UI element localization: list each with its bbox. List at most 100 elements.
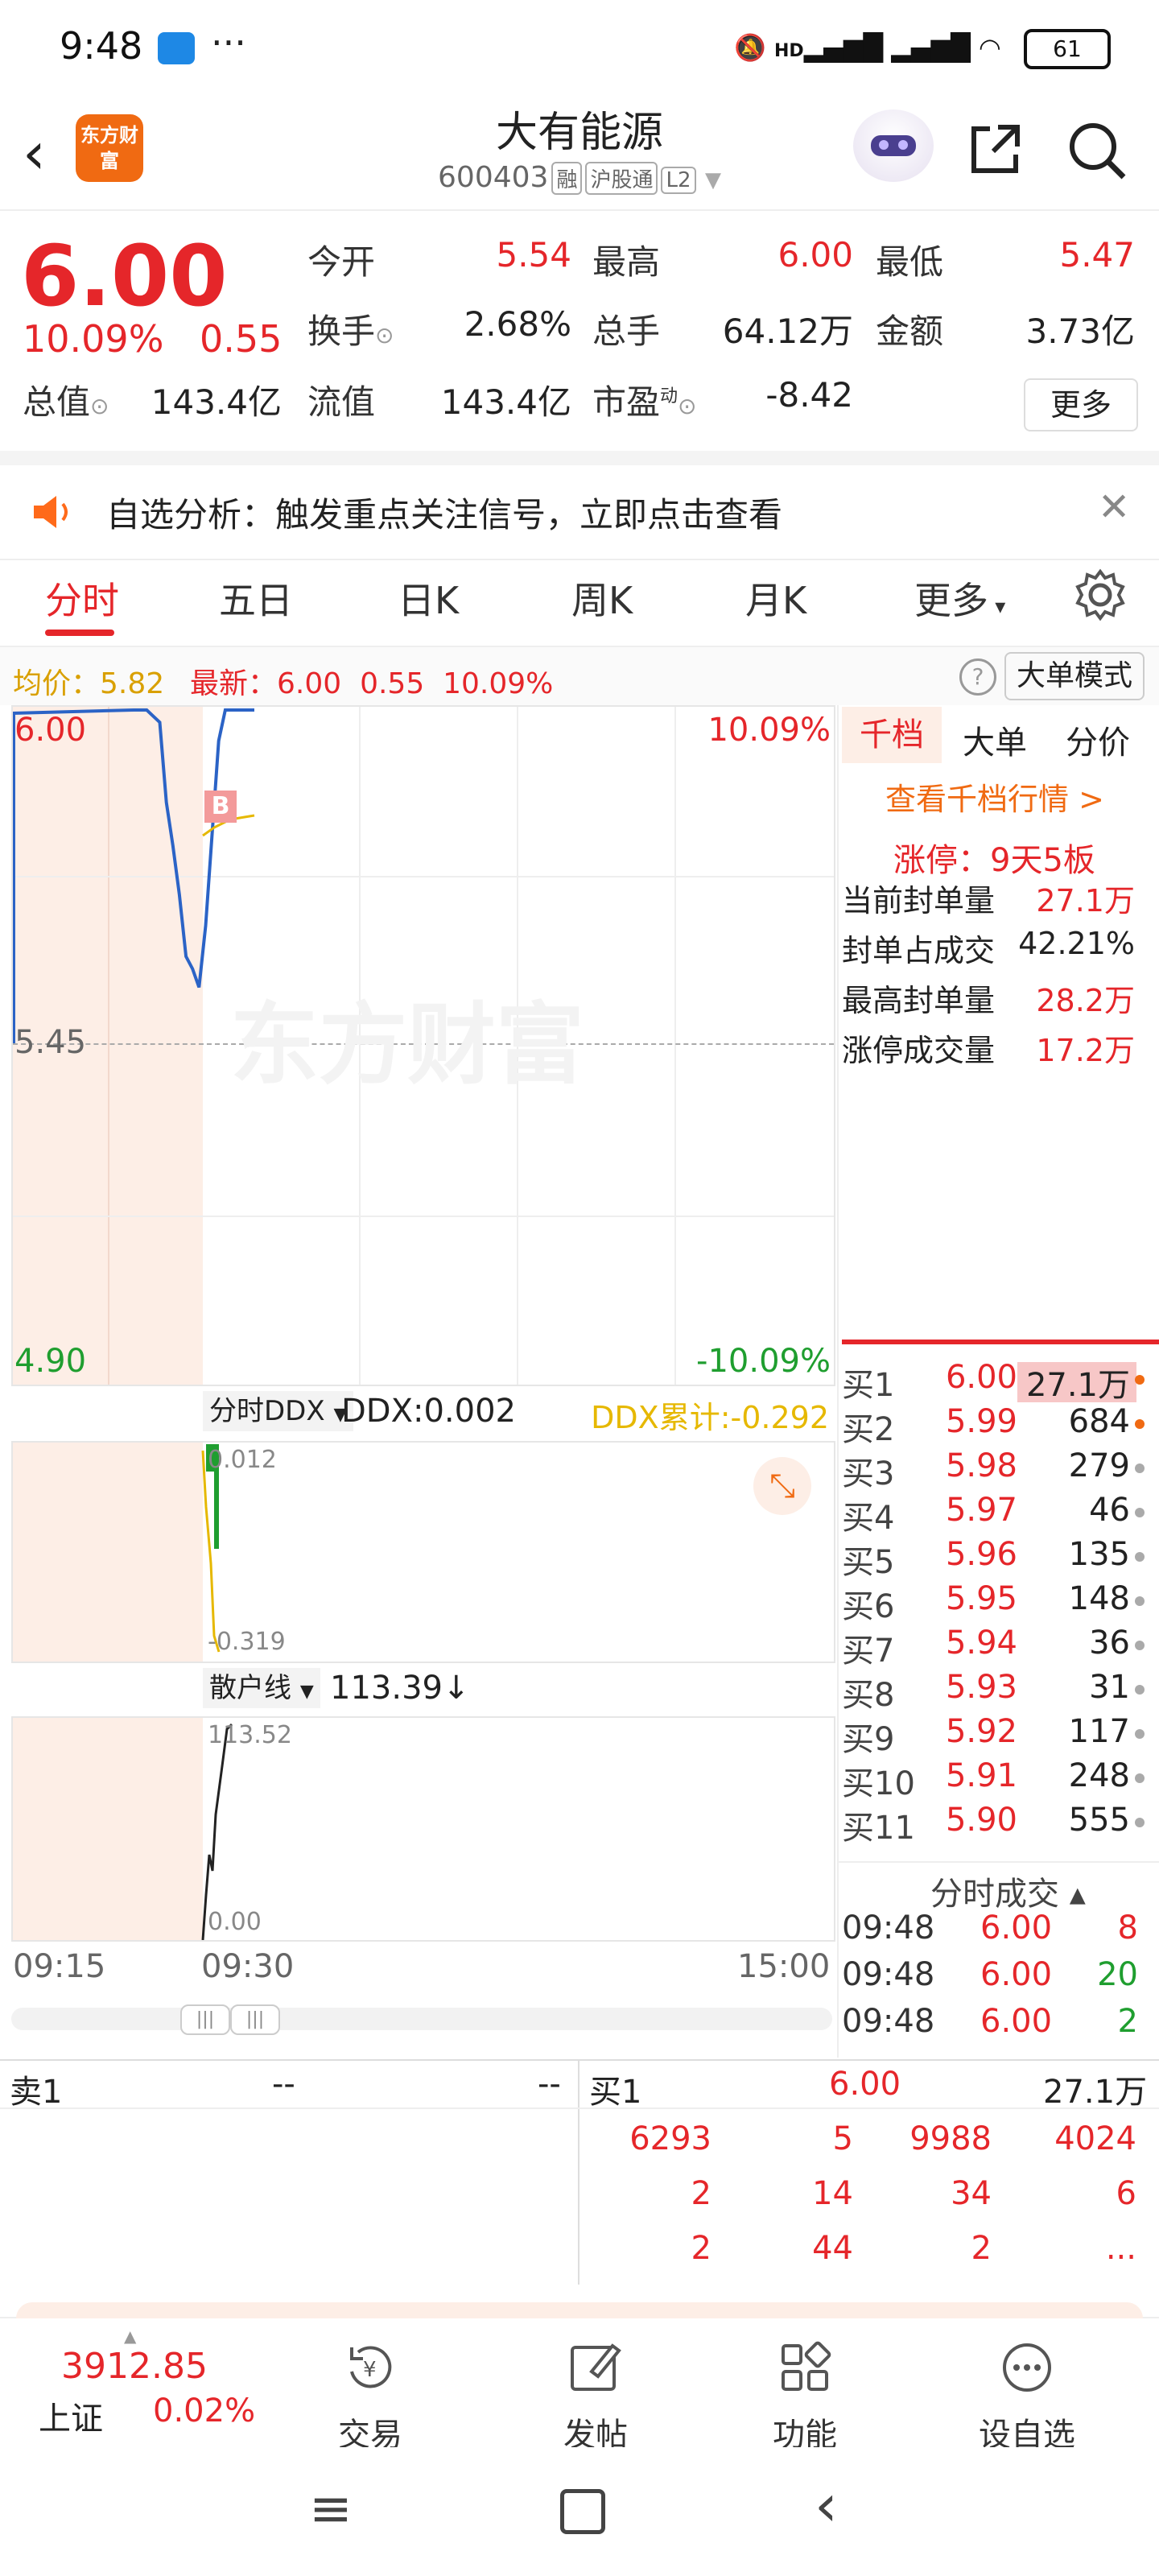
scroll-handle-left[interactable]: |||	[180, 2004, 230, 2035]
trades-title[interactable]: 分时成交 ▴	[930, 1868, 1086, 1914]
bid-dot	[1135, 1508, 1145, 1517]
price-line	[13, 708, 254, 989]
volume-value: 64.12万	[722, 312, 853, 351]
current-price: 6.00	[21, 227, 228, 325]
bid-price: 5.97	[945, 1492, 1017, 1529]
bid-volume: 31	[1089, 1669, 1130, 1706]
bid-volume: 148	[1068, 1580, 1130, 1617]
settings-gear-icon[interactable]	[1072, 567, 1128, 623]
tab-five-day[interactable]: 五日	[219, 572, 293, 625]
stock-code: 600403	[438, 161, 549, 194]
tab-price-dist[interactable]: 分价	[1066, 716, 1130, 763]
tab-intraday[interactable]: 分时	[45, 572, 119, 625]
tab-underline	[45, 630, 114, 636]
home-icon[interactable]	[560, 2489, 605, 2534]
bid-label: 买7	[842, 1633, 895, 1670]
close-icon[interactable]: ✕	[1098, 485, 1130, 530]
turnover-value: 2.68%	[464, 304, 571, 344]
ddx-chart[interactable]: 0.012 -0.319 ⤡	[11, 1441, 835, 1663]
bid-label: 买8	[842, 1677, 895, 1714]
bid-price: 6.00	[945, 1359, 1017, 1396]
stat-value: 42.21%	[1018, 926, 1135, 961]
open-label: 今开	[307, 242, 376, 282]
nav-top-tint	[16, 2302, 1143, 2318]
market-cap-label[interactable]: 总值⊙	[23, 375, 109, 424]
sell1-label: 卖1	[10, 2074, 63, 2111]
nav-add-watchlist[interactable]: 设自选	[955, 2339, 1099, 2455]
bid-volume: 36	[1089, 1624, 1130, 1662]
notice-banner[interactable]: 自选分析：触发重点关注信号，立即点击查看 ✕	[0, 451, 1159, 560]
ddx-value: DDX:0.002	[341, 1393, 516, 1430]
pe-label[interactable]: 市盈动⊙	[592, 375, 697, 424]
nav-functions[interactable]: 功能	[732, 2339, 877, 2455]
status-bar: 9:48 ··· 🔕 HD▂▄▆█ ▂▄▆█ ◠ 61	[0, 0, 1159, 97]
turnover-label[interactable]: 换手⊙	[307, 304, 394, 353]
trade-price: 6.00	[980, 1909, 1053, 1946]
retail-indicator-select[interactable]: 散户线 ▼	[203, 1668, 320, 1708]
sell1-volume: --	[538, 2066, 561, 2103]
index-name[interactable]: 上证	[39, 2392, 103, 2439]
tag-l2[interactable]: L2	[661, 167, 696, 194]
help-icon[interactable]: ?	[959, 658, 996, 696]
tab-daily-k[interactable]: 日K	[398, 572, 459, 625]
big-order-mode-button[interactable]: 大单模式	[1004, 652, 1145, 700]
buy-marker[interactable]: B	[204, 791, 237, 823]
divider	[0, 2059, 1159, 2061]
trade-price: 6.00	[980, 1956, 1053, 1993]
search-icon[interactable]	[1064, 118, 1128, 182]
float-cap-value: 143.4亿	[440, 382, 571, 422]
tab-more[interactable]: 更多 ▾	[914, 572, 1005, 625]
system-nav-bar: ≡ ‹	[0, 2447, 1159, 2576]
edit-icon	[571, 2343, 621, 2391]
dropdown-icon[interactable]: ▼	[705, 168, 721, 192]
queue-cell: 6	[1116, 2175, 1136, 2212]
bid-dot	[1135, 1641, 1145, 1650]
float-cap-label: 流值	[307, 382, 376, 422]
back-nav-icon[interactable]: ‹	[815, 2471, 838, 2539]
info-line: 均价：5.82 最新：6.00 0.55 10.09% ? 大单模式	[0, 646, 1159, 705]
bid-label: 买3	[842, 1455, 895, 1492]
intraday-chart[interactable]: 东方财富 B 6.00 5.45 4.90 10.09% -10.09%	[11, 705, 835, 1386]
ddx-indicator-select[interactable]: 分时DDX ▼	[203, 1391, 354, 1431]
signal-icon-2: ▂▄▆█	[891, 32, 971, 63]
volume-label: 总手	[592, 312, 661, 351]
view-levels-link[interactable]: 查看千档行情 >	[885, 774, 1104, 819]
assistant-robot-icon[interactable]	[853, 109, 934, 182]
y-axis-mid: 5.45	[14, 1024, 87, 1061]
time-label-start: 09:15	[13, 1948, 106, 1985]
queue-cell: 14	[812, 2175, 853, 2212]
retail-chart[interactable]: 113.52 0.00	[11, 1716, 835, 1942]
queue-cell: ...	[1105, 2230, 1136, 2267]
app-logo[interactable]: 东方财富	[76, 114, 143, 182]
tab-big-orders[interactable]: 大单	[963, 716, 1027, 763]
stat-label: 封单占成交	[842, 933, 996, 968]
divider	[0, 2107, 1159, 2109]
share-icon[interactable]	[966, 121, 1024, 179]
ddx-cumulative: DDX累计:-0.292	[591, 1400, 829, 1435]
queue-cell: 4024	[1054, 2120, 1136, 2157]
nav-post[interactable]: 发帖	[523, 2339, 668, 2455]
bid-volume: 279	[1068, 1447, 1130, 1484]
index-change[interactable]: 0.02%	[153, 2392, 255, 2429]
queue-cell: 44	[812, 2230, 853, 2267]
trade-icon: ¥	[350, 2346, 392, 2388]
stat-label: 当前封单量	[842, 883, 996, 919]
buy1-price: 6.00	[829, 2066, 901, 2103]
expand-icon[interactable]: ⤡	[753, 1457, 811, 1515]
tab-monthly-k[interactable]: 月K	[745, 572, 806, 625]
amount-value: 3.73亿	[1025, 312, 1135, 351]
menu-icon[interactable]: ≡	[309, 2479, 353, 2539]
timeline-scrollbar[interactable]: ||| |||	[11, 2004, 832, 2035]
low-value: 5.47	[1059, 235, 1135, 275]
bid-price: 5.92	[945, 1713, 1017, 1750]
more-button[interactable]: 更多	[1024, 378, 1138, 431]
average-price: 均价：5.82	[13, 667, 165, 700]
scroll-handle-right[interactable]: |||	[230, 2004, 280, 2035]
back-button[interactable]: ‹	[23, 119, 46, 187]
wifi-icon: ◠	[978, 32, 1001, 63]
ddx-line-svg	[201, 1450, 221, 1653]
nav-trade[interactable]: ¥ 交易	[298, 2339, 443, 2455]
index-value[interactable]: 3912.85	[61, 2346, 208, 2387]
tab-weekly-k[interactable]: 周K	[571, 572, 633, 625]
tab-thousand-levels[interactable]: 千档	[842, 707, 942, 763]
